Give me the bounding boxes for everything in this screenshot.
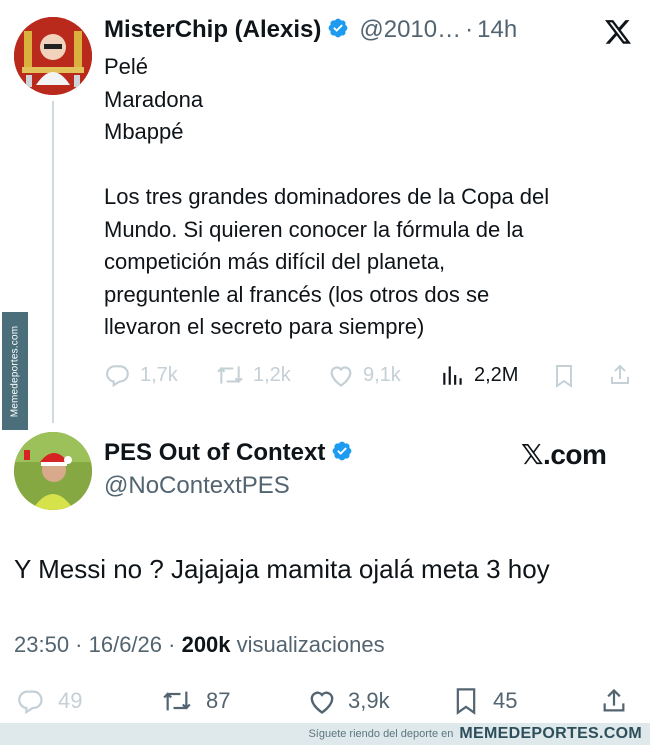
retweet-button[interactable]: 1,2k bbox=[215, 362, 291, 388]
views-count: 2,2M bbox=[474, 363, 519, 386]
bottom-watermark-bar: Síguete riendo del deporte en MEMEDEPORT… bbox=[0, 723, 650, 745]
tweet-line: Maradona bbox=[104, 86, 204, 112]
like-icon bbox=[327, 362, 355, 388]
bookmark-icon[interactable] bbox=[553, 364, 575, 393]
tweet-line: llevaron el secreto para siempre) bbox=[104, 314, 425, 339]
side-watermark: Memedeportes.com bbox=[2, 312, 28, 430]
thread-connector-line bbox=[52, 101, 54, 423]
separator: · bbox=[465, 16, 474, 43]
handle[interactable]: @2010… bbox=[359, 16, 461, 44]
reply-count: 1,7k bbox=[140, 363, 178, 386]
bookmark-count: 45 bbox=[493, 688, 518, 713]
views-button[interactable]: 2,2M bbox=[440, 362, 518, 388]
like-button[interactable]: 3,9k bbox=[306, 687, 390, 715]
tweet-meta: 23:50 · 16/6/26 · 200k visualizaciones bbox=[14, 632, 385, 658]
quoted-tweet-body: Pelé Maradona Mbappé Los tres grandes do… bbox=[104, 51, 549, 344]
share-icon[interactable] bbox=[600, 686, 628, 721]
reply-tweet-text: Y Messi no ? Jajajaja mamita ojalá meta … bbox=[14, 554, 550, 584]
timestamp[interactable]: 14h bbox=[477, 16, 517, 44]
side-watermark-text: Memedeportes.com bbox=[9, 325, 21, 417]
handle[interactable]: @NoContextPES bbox=[104, 472, 290, 500]
retweet-count: 87 bbox=[206, 688, 231, 713]
bottom-watermark-text: Síguete riendo del deporte en bbox=[308, 728, 454, 740]
views-label: visualizaciones bbox=[236, 632, 385, 657]
like-count: 3,9k bbox=[348, 688, 390, 713]
x-logo-icon[interactable] bbox=[605, 20, 632, 50]
bookmark-button[interactable]: 45 bbox=[453, 687, 517, 715]
like-count: 9,1k bbox=[363, 363, 401, 386]
display-name[interactable]: PES Out of Context bbox=[104, 439, 325, 467]
reply-tweet-header: PES Out of Context bbox=[104, 439, 353, 467]
quoted-tweet-header: MisterChip (Alexis) @2010… · 14h bbox=[104, 16, 517, 44]
bottom-watermark-brand: MEMEDEPORTES.COM bbox=[459, 725, 642, 742]
share-icon[interactable] bbox=[608, 362, 632, 393]
verified-badge-icon bbox=[331, 440, 353, 467]
retweet-icon bbox=[160, 687, 194, 715]
tweet-line: Pelé bbox=[104, 54, 149, 79]
retweet-button[interactable]: 87 bbox=[160, 687, 230, 715]
tweet-line: Mbappé bbox=[104, 119, 184, 144]
retweet-count: 1,2k bbox=[253, 363, 291, 386]
misterchip-avatar[interactable] bbox=[14, 17, 92, 95]
reply-count: 49 bbox=[58, 688, 83, 713]
tweet-line: Los tres grandes dominadores de la Copa … bbox=[104, 184, 550, 209]
retweet-icon bbox=[215, 362, 245, 388]
reply-icon bbox=[16, 687, 46, 715]
x-com-brand: 𝕏.com bbox=[521, 439, 607, 470]
tweet-line: competición más difícil del planeta, bbox=[104, 249, 446, 274]
display-name[interactable]: MisterChip (Alexis) bbox=[104, 16, 321, 44]
like-icon bbox=[306, 687, 338, 715]
reply-button[interactable]: 49 bbox=[16, 687, 82, 715]
views-total: 200k bbox=[181, 632, 231, 657]
tweet-line: preguntenle al francés (los otros dos se bbox=[104, 281, 490, 307]
reply-button[interactable]: 1,7k bbox=[104, 362, 178, 388]
verified-badge-icon bbox=[327, 17, 349, 44]
reply-icon bbox=[104, 362, 132, 388]
tweet-line: Mundo. Si quieren conocer la fórmula de … bbox=[104, 216, 524, 242]
bookmark-icon bbox=[453, 687, 479, 715]
like-button[interactable]: 9,1k bbox=[327, 362, 401, 388]
tweet-timestamp[interactable]: 23:50 · 16/6/26 · bbox=[14, 632, 175, 657]
views-icon bbox=[440, 362, 466, 388]
pes-avatar[interactable] bbox=[14, 432, 92, 510]
